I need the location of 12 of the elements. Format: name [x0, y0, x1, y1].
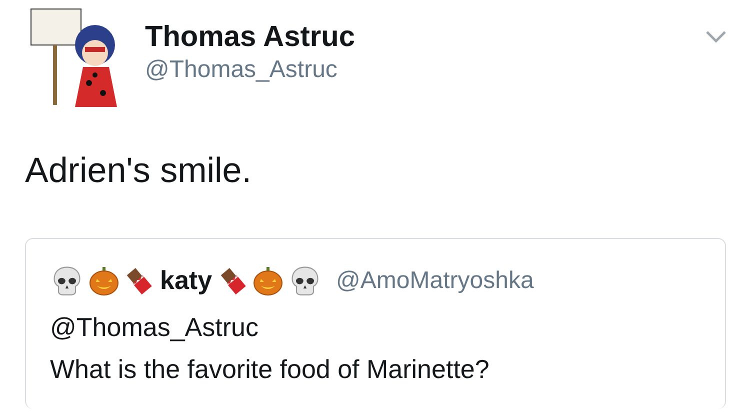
quoted-tweet-line: @Thomas_Astruc: [50, 311, 260, 344]
quoted-tweet-line: What is the favorite food of Marinette?: [50, 353, 490, 386]
pumpkin-icon: [252, 264, 284, 296]
quoted-author-name[interactable]: katy: [160, 261, 212, 300]
tweet-text: Adrien's smile.: [25, 150, 252, 192]
pumpkin-icon: [88, 264, 120, 296]
author-handle[interactable]: @Thomas_Astruc: [145, 55, 356, 85]
chevron-down-icon[interactable]: [705, 30, 727, 44]
author-name[interactable]: Thomas Astruc: [145, 19, 356, 55]
quoted-author-handle[interactable]: @AmoMatryoshka: [336, 262, 534, 298]
chocolate-bar-icon: [124, 266, 154, 296]
chocolate-bar-icon: [218, 266, 248, 296]
